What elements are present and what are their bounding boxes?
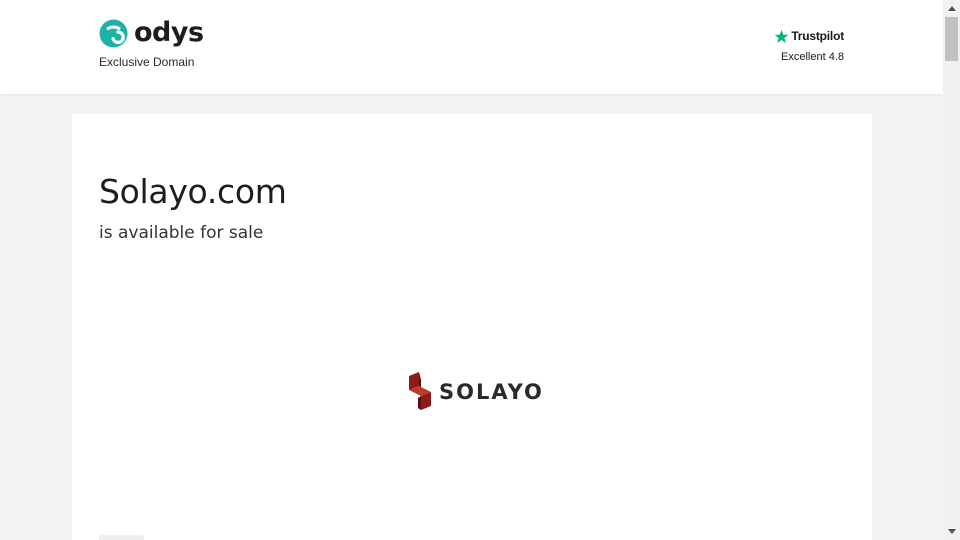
domain-logo: SOLAYO [407,372,544,412]
scrollbar-thumb[interactable] [945,17,958,61]
vertical-scrollbar[interactable] [943,0,960,540]
brand-tagline: Exclusive Domain [99,55,195,69]
domain-card: Solayo.com is available for sale SOLAYO [72,114,872,540]
star-icon [774,29,789,43]
trustpilot-rating: Excellent 4.8 [781,51,844,63]
content-chip [99,535,144,540]
scroll-down-button[interactable] [943,523,960,540]
trustpilot-row: Trustpilot [774,27,844,45]
scroll-up-button[interactable] [943,0,960,17]
availability-text: is available for sale [99,223,264,243]
brand-row: odys [99,17,204,49]
chevron-up-icon [947,6,956,11]
site-header: odys Exclusive Domain Trustpilot Excelle… [0,0,943,94]
brand[interactable]: odys Exclusive Domain [99,17,204,69]
chevron-down-icon [947,529,956,534]
trustpilot-badge[interactable]: Trustpilot Excellent 4.8 [774,27,844,63]
domain-title: Solayo.com [99,172,287,211]
domain-logo-text: SOLAYO [439,380,544,404]
solayo-logo-icon [409,372,431,410]
trustpilot-name: Trustpilot [791,29,844,43]
odys-logo-icon [99,19,128,47]
brand-name: odys [134,17,204,48]
page-viewport: odys Exclusive Domain Trustpilot Excelle… [0,0,943,540]
